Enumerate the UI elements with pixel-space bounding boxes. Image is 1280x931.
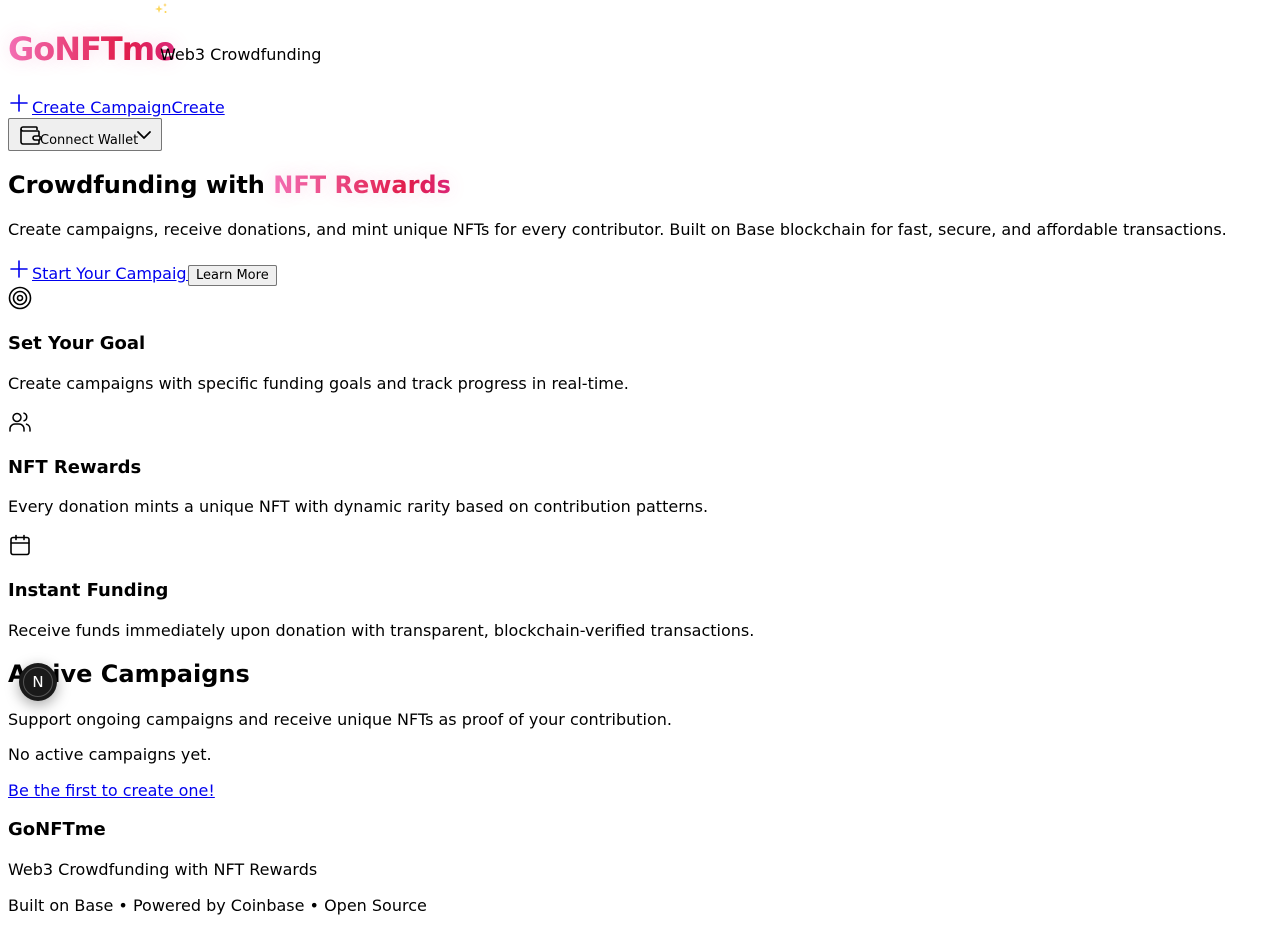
nextjs-logo-icon: N xyxy=(23,667,53,697)
connect-wallet-button[interactable]: Connect Wallet xyxy=(8,118,162,151)
feature-title: NFT Rewards xyxy=(8,457,142,478)
sparkles-icon xyxy=(153,2,169,22)
chevron-down-icon xyxy=(133,124,155,150)
feature-title: Instant Funding xyxy=(8,580,169,601)
create-campaign-label: Create Campaign xyxy=(32,98,172,117)
wallet-icon xyxy=(18,123,42,151)
create-short-label: Create xyxy=(171,98,225,117)
create-campaign-link[interactable]: Create CampaignCreate xyxy=(32,98,225,117)
plus-icon xyxy=(8,258,30,284)
connect-wallet-label: Connect Wallet xyxy=(40,133,139,148)
header: GoNFTme Web3 Crowdfunding Create Campaig… xyxy=(0,0,1280,151)
header-nav: Create CampaignCreate xyxy=(0,84,1280,118)
target-icon xyxy=(8,286,32,314)
plus-icon xyxy=(8,92,30,118)
feature-description: Receive funds immediately upon donation … xyxy=(8,621,755,640)
create-first-campaign-link[interactable]: Be the first to create one! xyxy=(8,781,215,800)
start-campaign-link[interactable]: Start Your Campaign xyxy=(32,264,197,283)
footer-credits: Built on Base • Powered by Coinbase • Op… xyxy=(8,896,427,915)
hero-subtitle: Create campaigns, receive donations, and… xyxy=(8,220,1227,239)
users-icon xyxy=(8,410,32,438)
feature-title: Set Your Goal xyxy=(8,333,146,354)
logo-row: GoNFTme Web3 Crowdfunding xyxy=(0,0,1280,84)
footer-brand: GoNFTme xyxy=(8,819,106,840)
learn-more-button[interactable]: Learn More xyxy=(188,265,277,286)
calendar-icon xyxy=(8,533,32,561)
logo[interactable]: GoNFTme xyxy=(8,30,176,68)
hero-title: Crowdfunding with NFT Rewards xyxy=(8,171,451,199)
footer-tagline: Web3 Crowdfunding with NFT Rewards xyxy=(8,860,318,879)
nextjs-dev-badge[interactable]: N xyxy=(19,663,57,701)
feature-description: Create campaigns with specific funding g… xyxy=(8,374,629,393)
header-tagline: Web3 Crowdfunding xyxy=(160,45,322,64)
campaigns-subtitle: Support ongoing campaigns and receive un… xyxy=(8,710,673,729)
hero-title-accent: NFT Rewards xyxy=(273,171,451,199)
empty-state-text: No active campaigns yet. xyxy=(8,745,212,764)
hero-title-prefix: Crowdfunding with xyxy=(8,171,274,199)
feature-description: Every donation mints a unique NFT with d… xyxy=(8,497,709,516)
